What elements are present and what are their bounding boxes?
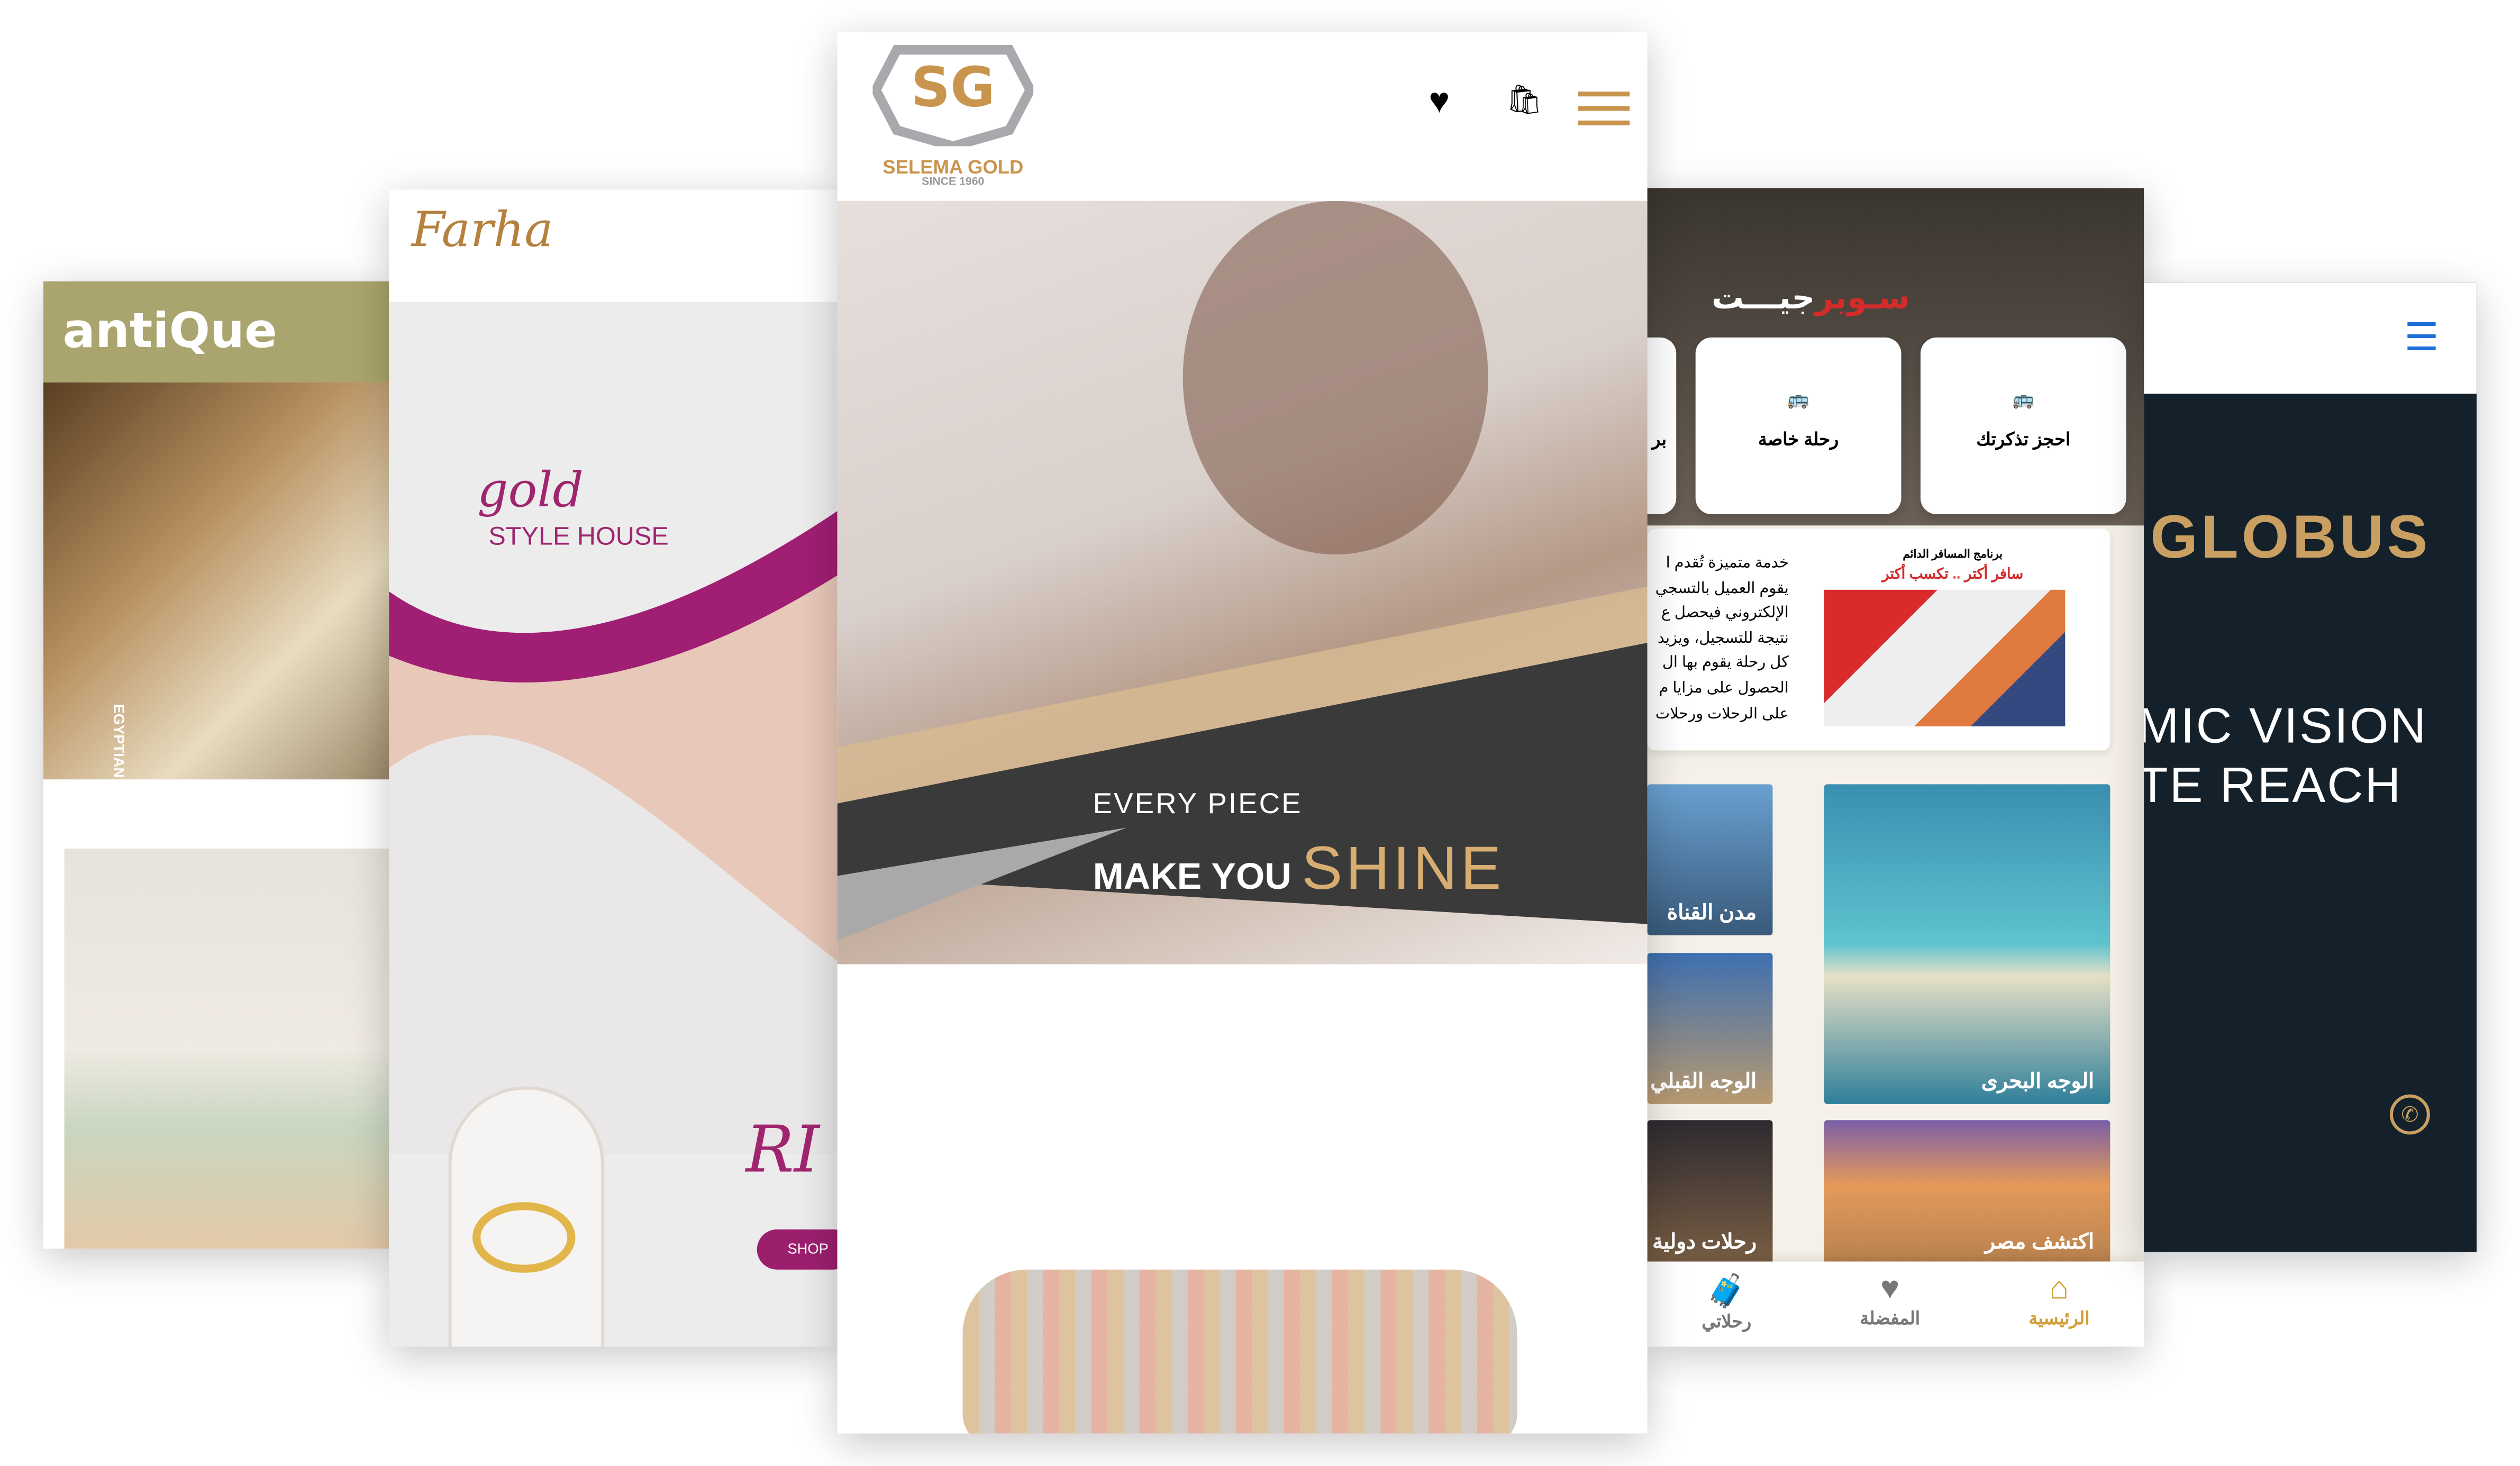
antique-app-screen: antiQue EGYPTIAN HOME · EGYPTIAN ACCESSO… xyxy=(43,281,389,1249)
bedroom-photo: EGYPTIAN HOME · EGYPTIAN ACCESSORIES xyxy=(43,382,389,1021)
bus-icon: 🚌 xyxy=(2012,390,2035,410)
bracelet-image xyxy=(962,1269,1517,1434)
partial-tile[interactable]: 🚌بر xyxy=(1647,337,1677,515)
luggage-icon: 🧳 xyxy=(1706,1274,1746,1310)
menu-list-icon[interactable]: ☰ xyxy=(2404,315,2439,361)
destination-north-coast[interactable]: الوجه البحرى xyxy=(1824,784,2110,1104)
loyalty-promo-card[interactable]: خدمة متميزة تُقدم ا يقوم العميل بالتسجي ال… xyxy=(1647,529,2110,751)
promo-title: برنامج المسافر الدائم xyxy=(1903,549,2003,561)
nav-favorites[interactable]: ♥ المفضلة xyxy=(1860,1271,1920,1347)
heart-icon[interactable]: ♥ xyxy=(1429,80,1450,122)
superjet-logo: سـوبرجيـــت xyxy=(1712,278,1910,317)
bus-icon: 🚌 xyxy=(1787,390,1809,410)
hero-line-1: EVERY PIECE xyxy=(1093,787,1303,820)
promo-slogan: سافر أكتر .. تكسب أكتر xyxy=(1882,566,2024,582)
home-icon: ⌂ xyxy=(2049,1271,2069,1307)
whatsapp-icon[interactable]: ✆ xyxy=(2389,1094,2430,1135)
nav-home[interactable]: ⌂ الرئيسية xyxy=(2028,1271,2089,1347)
gold-ring-image xyxy=(472,1202,576,1273)
hero-line-2: MAKE YOU SHINE xyxy=(1093,835,1505,904)
globus-app-screen: ☰ GLOBUS MIC VISION TE REACH ✆ xyxy=(2144,283,2477,1252)
destination-discover-egypt[interactable]: اكتشف مصر xyxy=(1824,1120,2110,1265)
private-trip-tile[interactable]: 🚌 رحلة خاصة xyxy=(1695,337,1902,515)
header: SG SELEMA GOLD SINCE 1960 ♥ 🛍 xyxy=(838,32,1648,201)
antique-logo: antiQue xyxy=(43,281,389,383)
farha-app-screen: Farha gold STYLE HOUSE RI SHOP xyxy=(389,189,838,1347)
hero-shine: SHINE xyxy=(1302,835,1505,904)
selema-logo: SG xyxy=(872,45,1034,147)
hamburger-menu-icon[interactable] xyxy=(1578,92,1630,135)
heart-icon: ♥ xyxy=(1880,1271,1900,1307)
globus-title: GLOBUS xyxy=(2150,504,2431,572)
superjet-app-screen: سـوبرجيـــت 🚌احجز تذكرتك 🚌رحلة خاصة 🚌بر … xyxy=(1647,188,2144,1347)
purple-wave-hero xyxy=(389,511,838,1154)
tagline-2: TE REACH xyxy=(2144,757,2403,814)
brand-since: SINCE 1960 xyxy=(922,177,985,188)
script-heading: RI xyxy=(745,1114,820,1188)
selema-gold-app-screen: SG SELEMA GOLD SINCE 1960 ♥ 🛍 EVERY PIEC… xyxy=(837,32,1648,1434)
gold-script: gold xyxy=(477,462,584,520)
svg-text:SG: SG xyxy=(911,56,995,119)
promo-illustration xyxy=(1824,589,2066,726)
nav-my-trips[interactable]: 🧳 رحلاتي xyxy=(1702,1271,1751,1347)
app-showcase: antiQue EGYPTIAN HOME · EGYPTIAN ACCESSO… xyxy=(0,0,2520,1465)
tagline-1: MIC VISION xyxy=(2144,697,2428,754)
hero-banner: EVERY PIECE MAKE YOU SHINE xyxy=(837,201,1648,964)
kids-room-photo xyxy=(64,848,389,1249)
bottom-nav: 🧳 رحلاتي ♥ المفضلة ⌂ الرئيسية xyxy=(1647,1261,2144,1347)
book-ticket-tile[interactable]: 🚌 احجز تذكرتك xyxy=(1920,337,2126,515)
destination-upper-egypt[interactable]: الوجه القبلي xyxy=(1647,953,1773,1104)
shop-button[interactable]: SHOP xyxy=(757,1229,838,1270)
brand-name: SELEMA GOLD xyxy=(883,156,1024,179)
shopping-bag-icon[interactable]: 🛍 xyxy=(1506,84,1542,117)
promo-description: خدمة متميزة تُقدم ا يقوم العميل بالتسجي ال… xyxy=(1655,554,1789,723)
destination-canal-cities[interactable]: مدن القناة xyxy=(1647,784,1773,935)
destination-international[interactable]: رحلات دولية xyxy=(1647,1120,1773,1265)
style-house-text: STYLE HOUSE xyxy=(488,524,669,551)
farha-logo: Farha xyxy=(389,189,838,303)
